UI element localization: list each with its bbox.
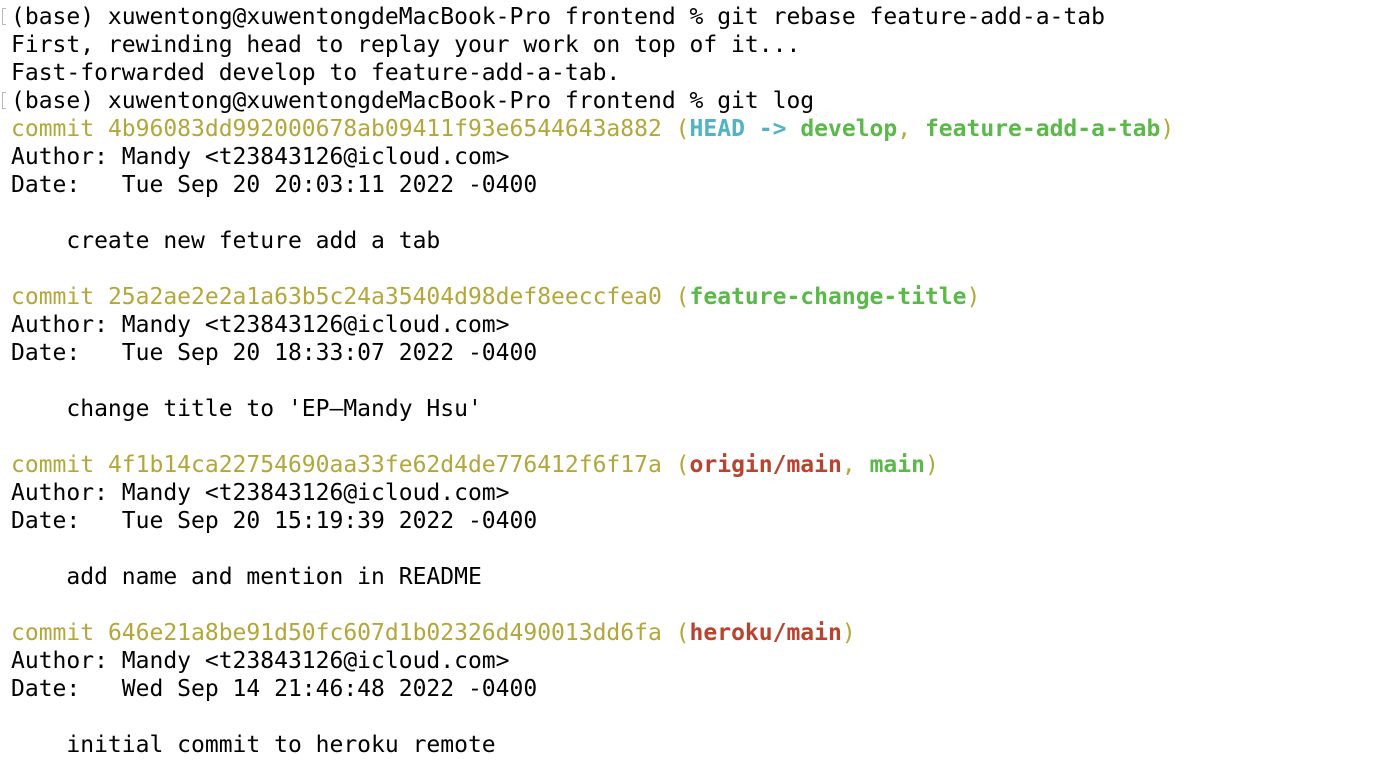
date-line: Date: Tue Sep 20 18:33:07 2022 -0400 (11, 339, 1388, 367)
commit-message: initial commit to heroku remote (66, 732, 496, 758)
ref-separator: , (841, 452, 870, 478)
author-value: Mandy <t23843126@icloud.com> (121, 648, 510, 674)
ref-close-paren: ) (966, 284, 981, 310)
message-line: change title to 'EP—Mandy Hsu' (11, 395, 1388, 423)
ref-separator: , (897, 116, 925, 142)
message-indent (11, 396, 66, 422)
branch-ref: feature-change-title (689, 284, 967, 310)
message-indent (11, 228, 66, 254)
branch-ref: feature-add-a-tab (924, 116, 1161, 142)
ref-open-paren: ( (661, 284, 690, 310)
ref-open-paren: ( (661, 620, 690, 646)
commit-line: commit 646e21a8be91d50fc607d1b02326d4900… (11, 619, 1388, 647)
date-value: Tue Sep 20 18:33:07 2022 -0400 (121, 340, 538, 366)
message-line: add name and mention in README (11, 563, 1388, 591)
commit-hash: 4b96083dd992000678ab09411f93e6544643a882 (107, 116, 662, 142)
date-label: Date: (11, 676, 122, 702)
ref-close-paren: ) (1160, 116, 1175, 142)
commit-keyword: commit (11, 116, 108, 142)
author-line: Author: Mandy <t23843126@icloud.com> (11, 311, 1388, 339)
message-indent (11, 564, 66, 590)
author-label: Author: (11, 144, 122, 170)
branch-ref: develop (800, 116, 898, 142)
terminal-window[interactable]: (base) xuwentong@xuwentongdeMacBook-Pro … (0, 0, 1388, 762)
ref-close-paren: ) (841, 620, 856, 646)
author-line: Author: Mandy <t23843126@icloud.com> (11, 143, 1388, 171)
message-line: create new feture add a tab (11, 227, 1388, 255)
commit-hash: 646e21a8be91d50fc607d1b02326d490013dd6fa (107, 620, 662, 646)
date-value: Tue Sep 20 15:19:39 2022 -0400 (121, 508, 538, 534)
commit-keyword: commit (11, 452, 108, 478)
ref-open-paren: ( (661, 452, 690, 478)
author-label: Author: (11, 480, 122, 506)
date-line: Date: Wed Sep 14 21:46:48 2022 -0400 (11, 675, 1388, 703)
commit-line: commit 4f1b14ca22754690aa33fe62d4de77641… (11, 451, 1388, 479)
date-line: Date: Tue Sep 20 15:19:39 2022 -0400 (11, 507, 1388, 535)
prompt-line: (base) xuwentong@xuwentongdeMacBook-Pro … (2, 3, 1388, 31)
date-value: Wed Sep 14 21:46:48 2022 -0400 (121, 676, 538, 702)
commit-keyword: commit (11, 284, 108, 310)
author-line: Author: Mandy <t23843126@icloud.com> (11, 647, 1388, 675)
ref-close-paren: ) (924, 452, 939, 478)
command-text: (base) xuwentong@xuwentongdeMacBook-Pro … (11, 4, 1105, 30)
date-label: Date: (11, 508, 122, 534)
commit-message: change title to 'EP—Mandy Hsu' (66, 396, 482, 422)
output-line: First, rewinding head to replay your wor… (11, 32, 801, 58)
commit-message: add name and mention in README (66, 564, 482, 590)
output-line: Fast-forwarded develop to feature-add-a-… (11, 60, 621, 86)
message-indent (11, 732, 66, 758)
date-line: Date: Tue Sep 20 20:03:11 2022 -0400 (11, 171, 1388, 199)
author-label: Author: (11, 648, 122, 674)
command-text: (base) xuwentong@xuwentongdeMacBook-Pro … (11, 88, 815, 114)
date-label: Date: (11, 172, 122, 198)
remote-branch-ref: heroku/main (689, 620, 842, 646)
ref-open-paren: ( (661, 116, 690, 142)
commit-hash: 4f1b14ca22754690aa33fe62d4de776412f6f17a (107, 452, 662, 478)
author-value: Mandy <t23843126@icloud.com> (121, 312, 510, 338)
author-value: Mandy <t23843126@icloud.com> (121, 144, 510, 170)
head-ref: HEAD (689, 116, 745, 142)
commit-line: commit 25a2ae2e2a1a63b5c24a35404d98def8e… (11, 283, 1388, 311)
commit-message: create new feture add a tab (66, 228, 441, 254)
remote-branch-ref: origin/main (689, 452, 842, 478)
prompt-mark-icon (2, 8, 6, 25)
author-label: Author: (11, 312, 122, 338)
date-value: Tue Sep 20 20:03:11 2022 -0400 (121, 172, 538, 198)
author-line: Author: Mandy <t23843126@icloud.com> (11, 479, 1388, 507)
commit-keyword: commit (11, 620, 108, 646)
head-arrow: -> (744, 116, 801, 142)
branch-ref: main (869, 452, 925, 478)
commit-hash: 25a2ae2e2a1a63b5c24a35404d98def8eeccfea0 (107, 284, 662, 310)
commit-line: commit 4b96083dd992000678ab09411f93e6544… (11, 115, 1388, 143)
author-value: Mandy <t23843126@icloud.com> (121, 480, 510, 506)
prompt-line: (base) xuwentong@xuwentongdeMacBook-Pro … (2, 87, 1388, 115)
date-label: Date: (11, 340, 122, 366)
message-line: initial commit to heroku remote (11, 731, 1388, 759)
prompt-mark-icon (2, 92, 6, 109)
